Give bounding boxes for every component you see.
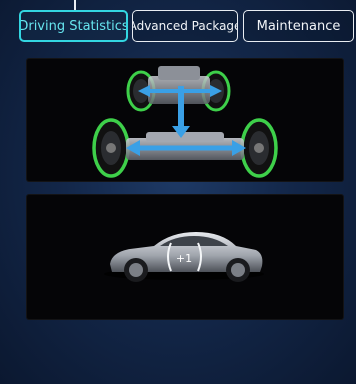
awd-chassis-panel[interactable] — [26, 58, 344, 182]
tab-maintenance[interactable]: Maintenance — [243, 10, 354, 42]
tab-advanced-package[interactable]: Advanced Package — [132, 10, 238, 42]
eco-vehicle-panel[interactable]: +1 — [26, 194, 344, 320]
sedan-car-icon: +1 — [104, 232, 264, 282]
awd-chassis-icon — [92, 66, 278, 178]
tab-driving-statistics[interactable]: Driving Statistics — [19, 10, 128, 42]
eco-badge-text: +1 — [176, 252, 192, 265]
tab-bar: Driving Statistics Advanced Package Main… — [19, 10, 354, 42]
